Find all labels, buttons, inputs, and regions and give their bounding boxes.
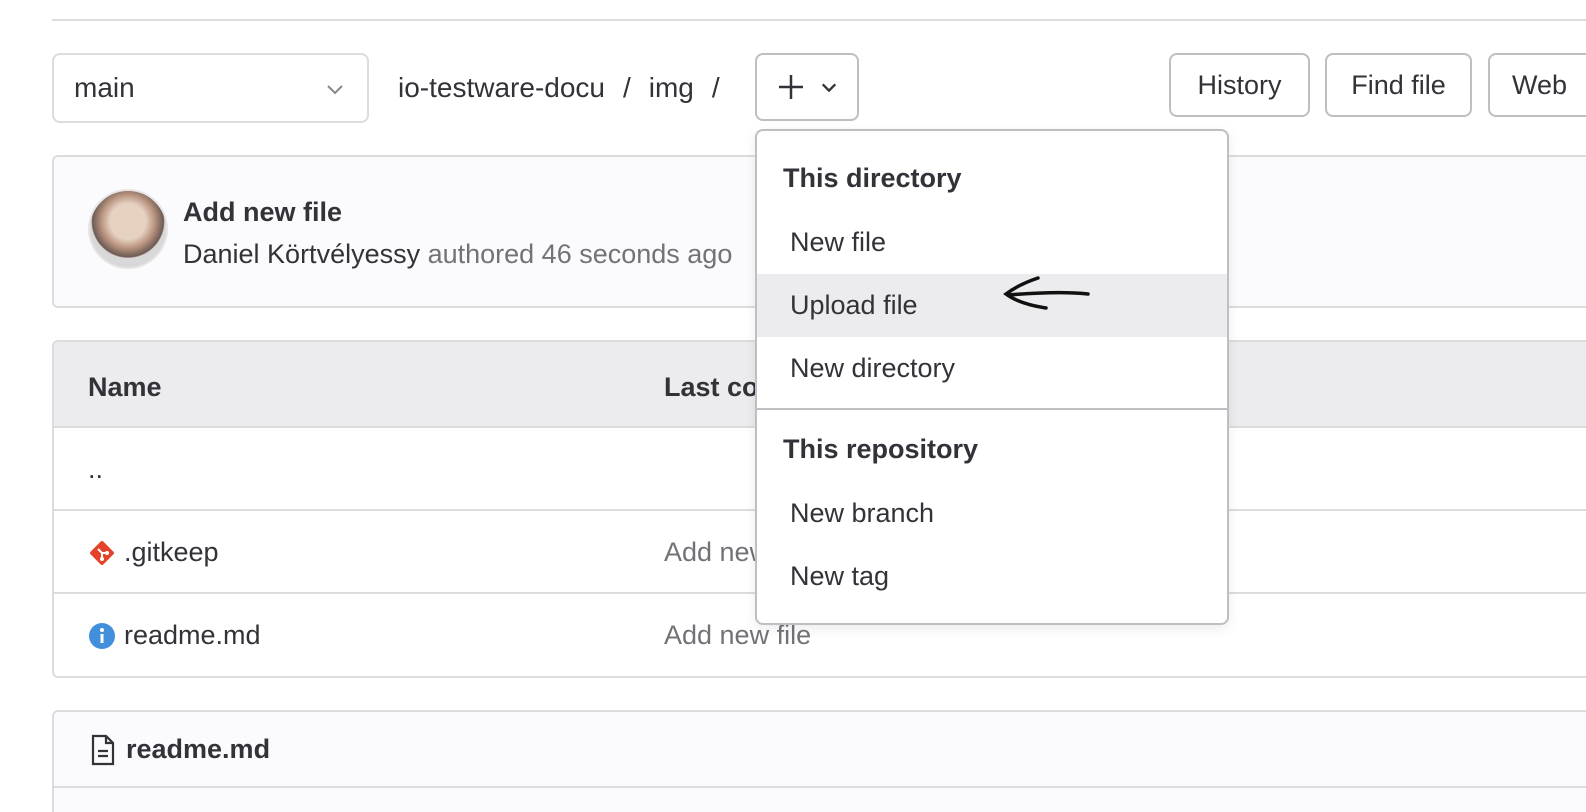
plus-icon — [779, 75, 803, 99]
commit-author[interactable]: Daniel Körtvélyessy — [183, 239, 420, 269]
commit-meta: Daniel Körtvélyessy authored 46 seconds … — [183, 239, 732, 270]
commit-title[interactable]: Add new file — [183, 197, 342, 228]
commit-message-link[interactable]: Add new — [664, 537, 769, 568]
add-to-tree-button[interactable] — [755, 53, 859, 121]
chevron-down-icon — [821, 83, 837, 93]
branch-selector[interactable]: main — [52, 53, 369, 123]
document-icon — [91, 734, 115, 766]
column-last-commit-header: Last co — [664, 372, 759, 402]
chevron-down-icon — [327, 85, 343, 95]
hand-drawn-arrow-icon — [1003, 276, 1090, 310]
readme-panel: readme.md — [52, 710, 1586, 812]
breadcrumb-separator: / — [622, 72, 631, 103]
readme-title[interactable]: readme.md — [126, 734, 270, 765]
find-file-button[interactable]: Find file — [1325, 53, 1472, 117]
add-to-tree-dropdown: This directory New file Upload file New … — [755, 129, 1229, 625]
breadcrumb-separator: / — [711, 72, 720, 103]
dropdown-section-header: This directory — [783, 163, 962, 193]
file-name[interactable]: .gitkeep — [88, 537, 219, 568]
menu-item-new-directory[interactable]: New directory — [757, 337, 1227, 400]
column-name-header: Name — [88, 372, 162, 402]
commit-time: authored 46 seconds ago — [420, 239, 733, 269]
dropdown-divider — [757, 408, 1227, 410]
repository-page: main io-testware-docu / img / History Fi… — [0, 0, 1586, 812]
avatar[interactable] — [88, 189, 168, 269]
breadcrumb-project[interactable]: io-testware-docu — [398, 72, 605, 104]
menu-item-new-tag[interactable]: New tag — [757, 545, 1227, 608]
file-name[interactable]: readme.md — [88, 620, 261, 651]
readme-header: readme.md — [54, 712, 1586, 788]
branch-name: main — [74, 72, 135, 103]
info-icon — [89, 622, 115, 649]
file-name-label: readme.md — [124, 620, 261, 650]
dropdown-section-header: This repository — [783, 434, 979, 464]
file-name-label: .gitkeep — [124, 537, 219, 567]
git-icon — [90, 540, 114, 565]
menu-item-new-file[interactable]: New file — [757, 211, 1227, 274]
menu-item-new-branch[interactable]: New branch — [757, 482, 1227, 545]
history-button[interactable]: History — [1169, 53, 1310, 117]
parent-dir-link[interactable]: .. — [88, 454, 103, 485]
top-divider — [52, 19, 1586, 21]
breadcrumb-folder[interactable]: img — [649, 72, 694, 104]
menu-item-upload-file[interactable]: Upload file — [757, 274, 1227, 337]
breadcrumb: io-testware-docu / img / — [398, 66, 738, 110]
web-ide-button[interactable]: Web — [1488, 53, 1586, 117]
